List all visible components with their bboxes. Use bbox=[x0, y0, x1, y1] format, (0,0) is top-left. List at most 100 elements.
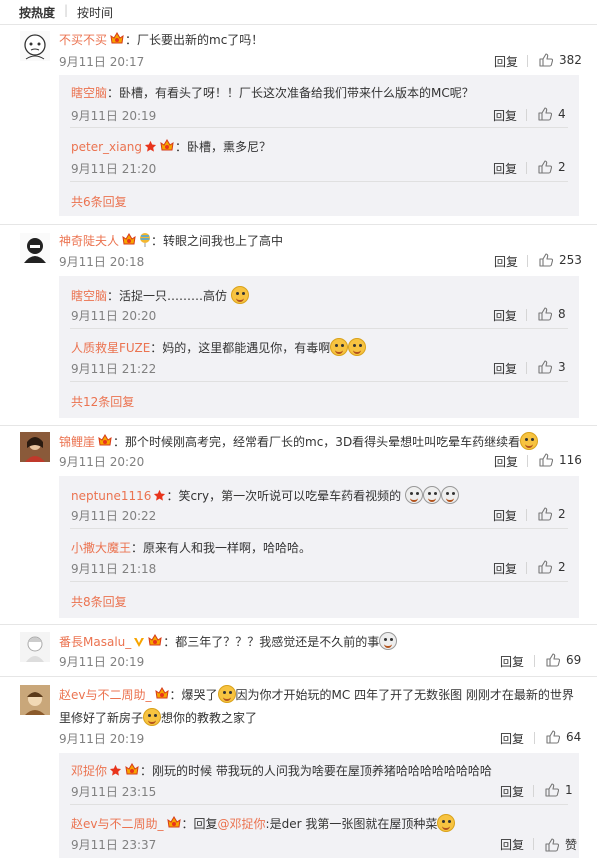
username[interactable]: 瞎空脑 bbox=[71, 86, 107, 100]
comment-divider bbox=[0, 624, 597, 625]
reply-button[interactable]: 回复 bbox=[493, 160, 517, 177]
like-button[interactable]: 赞 bbox=[545, 836, 577, 853]
action-divider bbox=[527, 55, 528, 67]
doge-emoji-icon bbox=[404, 486, 423, 504]
username[interactable]: peter_xiang bbox=[71, 140, 142, 154]
thumbs-up-icon bbox=[538, 560, 552, 574]
bear-emoji-icon bbox=[379, 632, 398, 650]
reply-button[interactable]: 回复 bbox=[493, 560, 517, 577]
comment-text: ：转眼之间我也上了高中 bbox=[151, 234, 284, 248]
reply-button[interactable]: 回复 bbox=[494, 253, 518, 270]
more-replies-link[interactable]: 共6条回复 bbox=[71, 193, 127, 210]
comment-divider bbox=[0, 425, 597, 426]
reply-button[interactable]: 回复 bbox=[500, 836, 524, 853]
reply-text: ：活捉一只………高仿 bbox=[107, 289, 228, 303]
username[interactable]: 番長Masalu_ bbox=[59, 635, 131, 649]
vip-badge-icon bbox=[154, 687, 170, 704]
reply-divider bbox=[70, 804, 568, 805]
like-button[interactable]: 69 bbox=[546, 653, 581, 667]
username[interactable]: 不买不买 bbox=[59, 33, 107, 47]
avatar[interactable] bbox=[20, 432, 50, 462]
like-button[interactable]: 1 bbox=[545, 783, 573, 797]
reply-button[interactable]: 回复 bbox=[500, 653, 524, 670]
like-button[interactable]: 116 bbox=[539, 453, 582, 467]
username[interactable]: 人质救星FUZE bbox=[71, 341, 150, 355]
username[interactable]: 锦鲤崖 bbox=[59, 435, 95, 449]
reply-button[interactable]: 回复 bbox=[493, 360, 517, 377]
avatar[interactable] bbox=[20, 31, 50, 61]
mention-link[interactable]: @邓捉你 bbox=[218, 817, 266, 831]
action-divider bbox=[526, 562, 527, 574]
laugh-cry-emoji-icon bbox=[437, 814, 456, 832]
sort-by-time-tab[interactable]: 按时间 bbox=[77, 4, 113, 21]
thumbs-up-icon bbox=[538, 507, 552, 521]
balloon-icon bbox=[139, 233, 151, 250]
reply-text: ：回复 bbox=[181, 817, 218, 831]
username[interactable]: 瞎空脑 bbox=[71, 289, 107, 303]
reply-button[interactable]: 回复 bbox=[494, 453, 518, 470]
comment-divider bbox=[0, 224, 597, 225]
more-replies-link[interactable]: 共12条回复 bbox=[71, 393, 134, 410]
username[interactable]: 邓捉你 bbox=[71, 764, 107, 778]
reply-line: neptune1116 ：笑cry，第一次听说可以吃晕车药看视频的 bbox=[71, 486, 459, 505]
reply-line: 瞎空脑：活捉一只………高仿 bbox=[71, 286, 249, 304]
reply-button[interactable]: 回复 bbox=[500, 783, 524, 800]
reply-line: 人质救星FUZE：妈的，这里都能遇见你，有毒啊 bbox=[71, 338, 367, 356]
crying-emoji-icon bbox=[143, 708, 162, 726]
username[interactable]: 赵ev与不二周助_ bbox=[71, 817, 164, 831]
laugh-cry-emoji-icon bbox=[330, 338, 349, 356]
thumbs-up-icon bbox=[539, 253, 553, 267]
reply-button[interactable]: 回复 bbox=[493, 507, 517, 524]
reply-divider bbox=[70, 528, 568, 529]
thumbs-up-icon bbox=[546, 653, 560, 667]
comment-time: 9月11日 20:19 bbox=[59, 732, 145, 746]
action-divider bbox=[534, 655, 535, 667]
doge-emoji-icon bbox=[422, 486, 441, 504]
username[interactable]: neptune1116 bbox=[71, 489, 151, 503]
vip-badge-icon bbox=[109, 32, 125, 49]
thumbs-up-icon bbox=[538, 307, 552, 321]
like-button[interactable]: 2 bbox=[538, 160, 566, 174]
avatar[interactable] bbox=[20, 632, 50, 662]
username[interactable]: 小撒大魔王 bbox=[71, 541, 131, 555]
username[interactable]: 赵ev与不二周助_ bbox=[59, 688, 152, 702]
sort-by-hot-tab[interactable]: 按热度 bbox=[19, 4, 55, 21]
comment-line: 神奇陡夫人 ：转眼之间我也上了高中 bbox=[59, 232, 283, 250]
like-button[interactable]: 2 bbox=[538, 560, 566, 574]
like-button[interactable]: 4 bbox=[538, 107, 566, 121]
thumbs-up-icon bbox=[546, 730, 560, 744]
like-button[interactable]: 64 bbox=[546, 730, 581, 744]
like-button[interactable]: 253 bbox=[539, 253, 582, 267]
reply-time: 9月11日 20:22 bbox=[71, 509, 157, 523]
avatar[interactable] bbox=[20, 233, 50, 263]
action-divider bbox=[526, 309, 527, 321]
like-button[interactable]: 2 bbox=[538, 507, 566, 521]
laugh-cry-emoji-icon bbox=[230, 286, 249, 304]
like-count: 3 bbox=[558, 360, 566, 374]
sort-divider: | bbox=[64, 3, 69, 17]
reply-divider bbox=[70, 581, 568, 582]
like-count: 64 bbox=[566, 730, 582, 744]
reply-time: 9月11日 21:22 bbox=[71, 362, 157, 376]
avatar[interactable] bbox=[20, 685, 50, 715]
like-button[interactable]: 382 bbox=[539, 53, 582, 67]
reply-text: ：卧槽，熏多尼？ bbox=[175, 140, 272, 154]
comment-time: 9月11日 20:17 bbox=[59, 55, 145, 69]
verified-v-icon bbox=[133, 636, 145, 651]
like-button[interactable]: 3 bbox=[538, 360, 566, 374]
vip-badge-icon bbox=[166, 816, 182, 833]
reply-button[interactable]: 回复 bbox=[494, 53, 518, 70]
more-replies-link[interactable]: 共8条回复 bbox=[71, 593, 127, 610]
crying-emoji-icon bbox=[217, 685, 236, 703]
like-count: 8 bbox=[558, 307, 566, 321]
like-count: 2 bbox=[558, 507, 566, 521]
like-count: 382 bbox=[559, 53, 582, 67]
username[interactable]: 神奇陡夫人 bbox=[59, 234, 119, 248]
reply-text: :是der 我第一张图就在屋顶种菜 bbox=[265, 817, 438, 831]
like-button[interactable]: 8 bbox=[538, 307, 566, 321]
reply-button[interactable]: 回复 bbox=[493, 107, 517, 124]
reply-button[interactable]: 回复 bbox=[500, 730, 524, 747]
thumbs-up-icon bbox=[539, 53, 553, 67]
reply-button[interactable]: 回复 bbox=[493, 307, 517, 324]
reply-text: ：笑cry，第一次听说可以吃晕车药看视频的 bbox=[166, 489, 402, 503]
